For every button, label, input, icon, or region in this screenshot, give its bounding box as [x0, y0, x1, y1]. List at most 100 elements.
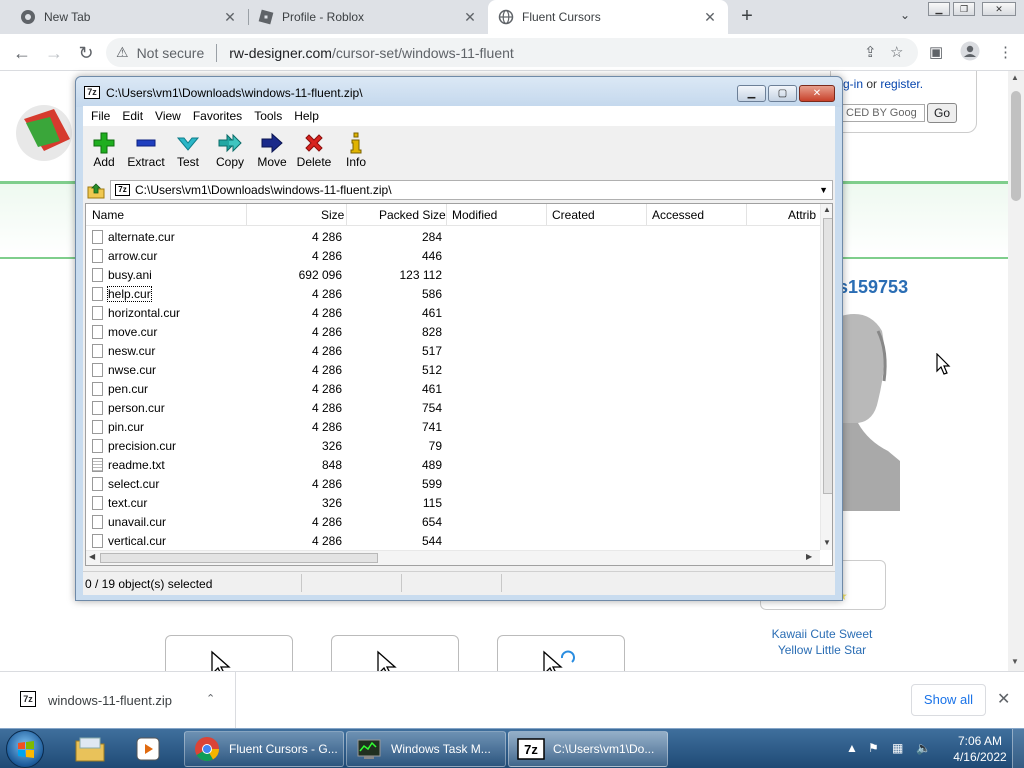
- table-row[interactable]: text.cur 326 115: [86, 494, 822, 513]
- table-row[interactable]: busy.ani 692 096 123 112: [86, 266, 822, 285]
- column-header-name[interactable]: Name: [92, 208, 124, 222]
- taskbar-chrome[interactable]: Fluent Cursors - G...: [184, 731, 344, 767]
- close-icon[interactable]: ✕: [997, 689, 1010, 709]
- tab-new-tab[interactable]: New Tab ✕: [0, 0, 248, 34]
- test-button[interactable]: Test: [165, 131, 211, 175]
- new-tab-plus-icon[interactable]: +: [736, 6, 758, 28]
- table-row[interactable]: select.cur 4 286 599: [86, 475, 822, 494]
- extract-button[interactable]: Extract: [123, 131, 169, 175]
- scroll-up-arrow-icon[interactable]: ▲: [1011, 73, 1019, 82]
- table-row[interactable]: unavail.cur 4 286 654: [86, 513, 822, 532]
- menu-favorites[interactable]: Favorites: [193, 109, 242, 123]
- show-hidden-icons-chevron-icon[interactable]: ▲: [846, 741, 858, 755]
- security-label[interactable]: Not secure: [137, 45, 205, 61]
- start-button-windows-logo-icon[interactable]: [6, 730, 44, 768]
- info-button[interactable]: Info: [333, 131, 379, 175]
- table-row[interactable]: person.cur 4 286 754: [86, 399, 822, 418]
- page-scrollbar[interactable]: ▲ ▼: [1008, 71, 1024, 671]
- clock-date[interactable]: 4/16/2022: [950, 750, 1010, 764]
- file-list[interactable]: Name Size Packed Size Modified Created A…: [85, 203, 833, 566]
- table-row[interactable]: arrow.cur 4 286 446: [86, 247, 822, 266]
- taskbar-task-manager[interactable]: Windows Task M...: [346, 731, 506, 767]
- login-link[interactable]: g-in: [843, 77, 863, 91]
- volume-icon[interactable]: 🔈: [916, 741, 931, 755]
- path-combobox[interactable]: 7z C:\Users\vm1\Downloads\windows-11-flu…: [110, 180, 833, 200]
- show-desktop-button[interactable]: [1012, 729, 1024, 768]
- tab-profile-roblox[interactable]: Profile - Roblox ✕: [248, 0, 488, 34]
- close-window-icon[interactable]: ✕: [799, 85, 835, 102]
- reload-icon[interactable]: ↻: [73, 40, 99, 66]
- site-logo[interactable]: [14, 89, 78, 163]
- url-text[interactable]: rw-designer.com/cursor-set/windows-11-fl…: [229, 45, 514, 61]
- close-icon[interactable]: ✕: [462, 9, 478, 25]
- download-item[interactable]: 7z windows-11-fluent.zip ⌃: [0, 672, 236, 728]
- scroll-thumb[interactable]: [100, 553, 378, 563]
- scroll-thumb[interactable]: [823, 218, 832, 494]
- column-header-packed-size[interactable]: Packed Size: [379, 208, 446, 222]
- show-all-button[interactable]: Show all: [911, 684, 986, 716]
- minimize-icon[interactable]: ▁: [737, 85, 766, 102]
- cursor-preview-card[interactable]: [165, 635, 293, 671]
- scroll-left-arrow-icon[interactable]: ◀: [89, 552, 95, 561]
- go-button[interactable]: Go: [927, 103, 957, 123]
- column-header-modified[interactable]: Modified: [452, 208, 497, 222]
- table-row[interactable]: move.cur 4 286 828: [86, 323, 822, 342]
- scroll-down-arrow-icon[interactable]: ▼: [823, 538, 831, 547]
- file-explorer-icon[interactable]: [66, 731, 114, 767]
- address-bar[interactable]: ⚠ Not secure rw-designer.com/cursor-set/…: [106, 38, 918, 67]
- clock-time[interactable]: 7:06 AM: [950, 734, 1010, 748]
- back-arrow-icon[interactable]: ←: [9, 40, 35, 66]
- restore-icon[interactable]: ❐: [953, 2, 975, 16]
- google-search-input[interactable]: CED BY Goog: [841, 104, 925, 122]
- copy-button[interactable]: Copy: [207, 131, 253, 175]
- chevron-down-icon[interactable]: ▼: [819, 181, 828, 199]
- chevron-down-icon[interactable]: ⌄: [896, 8, 914, 26]
- close-window-icon[interactable]: ✕: [982, 2, 1016, 16]
- menu-help[interactable]: Help: [294, 109, 319, 123]
- table-row[interactable]: nesw.cur 4 286 517: [86, 342, 822, 361]
- table-row[interactable]: pin.cur 4 286 741: [86, 418, 822, 437]
- close-icon[interactable]: ✕: [222, 9, 238, 25]
- table-row[interactable]: alternate.cur 4 286 284: [86, 228, 822, 247]
- table-row[interactable]: nwse.cur 4 286 512: [86, 361, 822, 380]
- forward-arrow-icon[interactable]: →: [41, 40, 67, 66]
- scroll-up-arrow-icon[interactable]: ▲: [823, 205, 831, 214]
- 7zip-titlebar[interactable]: 7z C:\Users\vm1\Downloads\windows-11-flu…: [76, 77, 842, 107]
- scroll-down-arrow-icon[interactable]: ▼: [1011, 657, 1019, 666]
- column-header-accessed[interactable]: Accessed: [652, 208, 704, 222]
- profile-username[interactable]: s159753: [838, 277, 908, 298]
- column-header-size[interactable]: Size: [321, 208, 344, 222]
- warning-triangle-icon[interactable]: ⚠: [116, 44, 129, 61]
- scroll-thumb[interactable]: [1011, 91, 1021, 201]
- horizontal-scrollbar[interactable]: ◀ ▶: [86, 550, 820, 565]
- cursor-preview-card[interactable]: [497, 635, 625, 671]
- minimize-icon[interactable]: ▁: [928, 2, 950, 16]
- table-row[interactable]: vertical.cur 4 286 544: [86, 532, 822, 551]
- column-header-attrib[interactable]: Attrib: [788, 208, 816, 222]
- table-row[interactable]: precision.cur 326 79: [86, 437, 822, 456]
- star-bookmark-icon[interactable]: ☆: [890, 43, 903, 61]
- table-row[interactable]: help.cur 4 286 586: [86, 285, 822, 304]
- share-icon[interactable]: ⇪: [864, 43, 877, 61]
- move-button[interactable]: Move: [249, 131, 295, 175]
- table-row[interactable]: readme.txt 848 489: [86, 456, 822, 475]
- menu-edit[interactable]: Edit: [122, 109, 143, 123]
- vertical-scrollbar[interactable]: ▲ ▼: [820, 204, 832, 550]
- media-player-icon[interactable]: [124, 731, 172, 767]
- cursor-preview-card[interactable]: [331, 635, 459, 671]
- cursor-set-caption[interactable]: Kawaii Cute Sweet Yellow Little Star: [760, 626, 884, 658]
- delete-button[interactable]: Delete: [291, 131, 337, 175]
- action-center-flag-icon[interactable]: ⚑: [868, 741, 879, 755]
- folder-up-icon[interactable]: [87, 181, 105, 199]
- chevron-up-icon[interactable]: ⌃: [206, 692, 215, 705]
- profile-avatar-icon[interactable]: [960, 41, 980, 65]
- add-button[interactable]: Add: [81, 131, 127, 175]
- menu-view[interactable]: View: [155, 109, 181, 123]
- side-panel-icon[interactable]: ▣: [929, 43, 943, 61]
- maximize-icon[interactable]: ▢: [768, 85, 797, 102]
- register-link[interactable]: register.: [880, 77, 923, 91]
- scroll-right-arrow-icon[interactable]: ▶: [806, 552, 812, 561]
- close-icon[interactable]: ✕: [702, 9, 718, 25]
- kebab-menu-icon[interactable]: ⋮: [998, 43, 1013, 61]
- menu-file[interactable]: File: [91, 109, 110, 123]
